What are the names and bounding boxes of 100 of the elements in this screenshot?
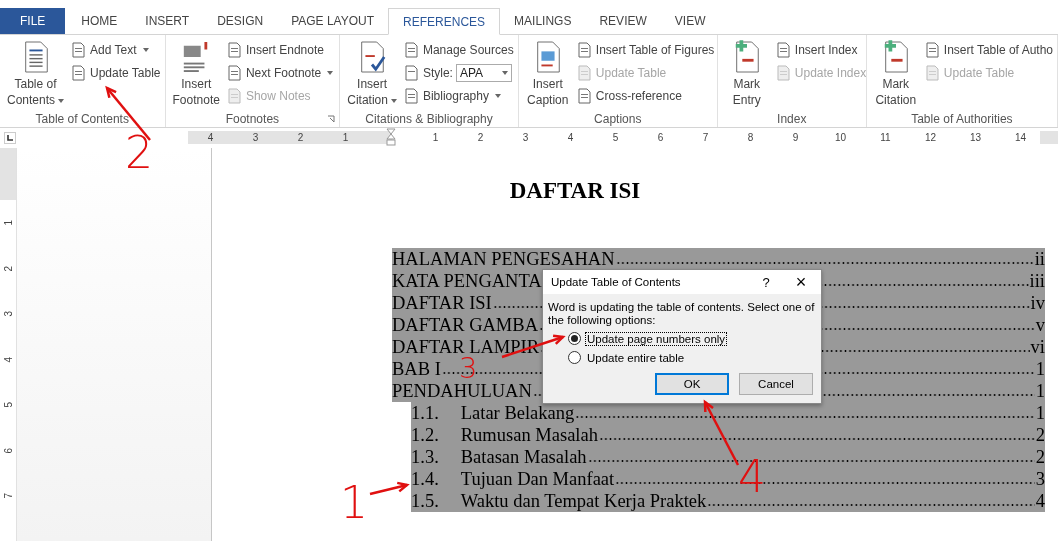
style-dropdown[interactable]: APA bbox=[455, 64, 512, 82]
ruler-number: 3 bbox=[521, 131, 530, 144]
ribbon-tab[interactable]: REFERENCES bbox=[388, 8, 501, 35]
ruler-number: 4 bbox=[1, 355, 15, 365]
annotation-arrow bbox=[369, 481, 410, 496]
ruler-number: 7 bbox=[701, 131, 710, 144]
document-icon bbox=[576, 88, 593, 104]
page-number: vi bbox=[1030, 336, 1045, 358]
ribbon-button[interactable]: Insert Endnote bbox=[226, 40, 334, 60]
ribbon-button[interactable]: Next Footnote bbox=[226, 63, 334, 83]
section-number: 1.3. bbox=[411, 446, 439, 468]
document-icon bbox=[226, 42, 243, 58]
toc-title[interactable]: BAB I bbox=[392, 358, 441, 380]
toc-title[interactable]: DAFTAR GAMBA bbox=[392, 314, 539, 336]
ruler-number: 13 bbox=[968, 131, 983, 144]
dialog-title: Update Table of Contents bbox=[551, 276, 682, 288]
ribbon-button[interactable]: Insert Table of Figures bbox=[576, 40, 715, 60]
ruler-number: 10 bbox=[833, 131, 848, 144]
ruler-number: 4 bbox=[206, 131, 215, 144]
page-number: 4 bbox=[1035, 490, 1045, 512]
group-label: Citations & Bibliography bbox=[365, 112, 493, 126]
toc-title[interactable]: Latar Belakang bbox=[460, 402, 575, 424]
ruler-number: 2 bbox=[476, 131, 485, 144]
document-icon bbox=[576, 65, 593, 81]
document-icon bbox=[775, 42, 792, 58]
document-icon bbox=[403, 65, 420, 81]
toc-title[interactable]: Rumusan Masalah bbox=[460, 424, 598, 446]
page-number: 1 bbox=[1035, 402, 1045, 424]
document-icon bbox=[403, 42, 420, 58]
ribbon-button[interactable]: Cross-reference bbox=[576, 86, 715, 106]
ribbon-button[interactable]: Insert Table of Autho bbox=[924, 40, 1053, 60]
ribbon-tab[interactable]: REVIEW bbox=[585, 8, 661, 34]
close-button[interactable]: × bbox=[781, 271, 821, 293]
ribbon-large-button[interactable]: Insert Citation bbox=[344, 40, 400, 111]
ruler-number: 9 bbox=[791, 131, 800, 144]
ruler-number: 12 bbox=[923, 131, 938, 144]
ruler-number: 5 bbox=[611, 131, 620, 144]
ribbon-button[interactable]: Add Text bbox=[71, 40, 161, 60]
document-icon bbox=[576, 42, 593, 58]
document-icon bbox=[775, 65, 792, 81]
ribbon-tab[interactable]: INSERT bbox=[131, 8, 204, 34]
toc-title[interactable]: Batasan Masalah bbox=[460, 446, 587, 468]
page-number: v bbox=[1035, 314, 1045, 336]
ribbon-tab[interactable]: VIEW bbox=[660, 8, 720, 34]
document-icon bbox=[71, 42, 88, 58]
document-icon bbox=[924, 42, 941, 58]
ribbon-button[interactable]: Update Table bbox=[71, 63, 161, 83]
ribbon-large-button[interactable]: Insert Footnote bbox=[169, 40, 223, 111]
toc-title[interactable]: Waktu dan Tempat Kerja Praktek bbox=[460, 490, 707, 512]
option-label[interactable]: Update page numbers only bbox=[585, 331, 728, 346]
ribbon-large-button[interactable]: Mark Citation bbox=[870, 40, 921, 111]
group-label: Captions bbox=[594, 112, 642, 126]
ruler-number: 3 bbox=[1, 309, 15, 319]
ribbon-tab[interactable]: PAGE LAYOUT bbox=[277, 8, 389, 34]
ruler-number: 8 bbox=[746, 131, 755, 144]
ribbon-button[interactable]: Manage Sources bbox=[403, 40, 514, 60]
annotation-number: 1 bbox=[340, 477, 368, 528]
ribbon-tab[interactable]: DESIGN bbox=[203, 8, 278, 34]
ok-button[interactable]: OK bbox=[655, 373, 729, 395]
ribbon-button[interactable]: Insert Index bbox=[775, 40, 867, 60]
ribbon-large-button[interactable]: Insert Caption bbox=[522, 40, 573, 111]
page-number: ii bbox=[1034, 248, 1045, 270]
toc-title[interactable]: PENDAHULUAN bbox=[392, 380, 532, 402]
option-label[interactable]: Update entire table bbox=[585, 350, 687, 365]
ruler-number: 1 bbox=[1, 218, 15, 228]
toc-title[interactable]: HALAMAN PENGESAHAN bbox=[392, 248, 615, 270]
group-label: Table of Authorities bbox=[911, 112, 1013, 126]
cancel-button[interactable]: Cancel bbox=[739, 373, 813, 395]
annotation-number: 4 bbox=[738, 451, 766, 502]
ruler-number: 6 bbox=[656, 131, 665, 144]
style-label: Style: bbox=[422, 66, 453, 80]
toc-title[interactable]: DAFTAR ISI bbox=[392, 292, 492, 314]
document-icon bbox=[226, 65, 243, 81]
page-number: 2 bbox=[1035, 424, 1045, 446]
document-heading: DAFTAR ISI bbox=[508, 178, 642, 204]
dialog-launcher-icon[interactable] bbox=[327, 115, 336, 123]
indent-marker-icon[interactable] bbox=[385, 128, 396, 146]
file-tab[interactable]: FILE bbox=[0, 8, 66, 34]
ruler-number: 1 bbox=[341, 131, 350, 144]
ribbon-large-button[interactable]: Mark Entry bbox=[721, 40, 772, 111]
document-icon bbox=[226, 88, 243, 104]
document-icon bbox=[71, 65, 88, 81]
toc-title[interactable]: DAFTAR LAMPIR bbox=[392, 336, 540, 358]
radio-button[interactable] bbox=[568, 332, 581, 345]
ruler-number: 3 bbox=[251, 131, 260, 144]
toc-title[interactable]: KATA PENGANTA bbox=[392, 270, 542, 292]
ruler-number: 6 bbox=[1, 446, 15, 456]
document-icon bbox=[924, 65, 941, 81]
ribbon-large-button[interactable]: Table of Contents bbox=[4, 40, 68, 111]
radio-button[interactable] bbox=[568, 351, 581, 364]
section-number: 1.2. bbox=[411, 424, 439, 446]
toc-title[interactable]: Tujuan Dan Manfaat bbox=[460, 468, 615, 490]
ribbon-tab[interactable]: HOME bbox=[67, 8, 132, 34]
ribbon-button[interactable]: Bibliography bbox=[403, 86, 514, 106]
help-button[interactable]: ? bbox=[751, 274, 781, 290]
tab-selector-icon[interactable] bbox=[4, 132, 16, 144]
page-number: 2 bbox=[1035, 446, 1045, 468]
ribbon-tab[interactable]: MAILINGS bbox=[500, 8, 586, 34]
ruler-number: 11 bbox=[879, 131, 892, 144]
section-number: 1.1. bbox=[411, 402, 439, 424]
